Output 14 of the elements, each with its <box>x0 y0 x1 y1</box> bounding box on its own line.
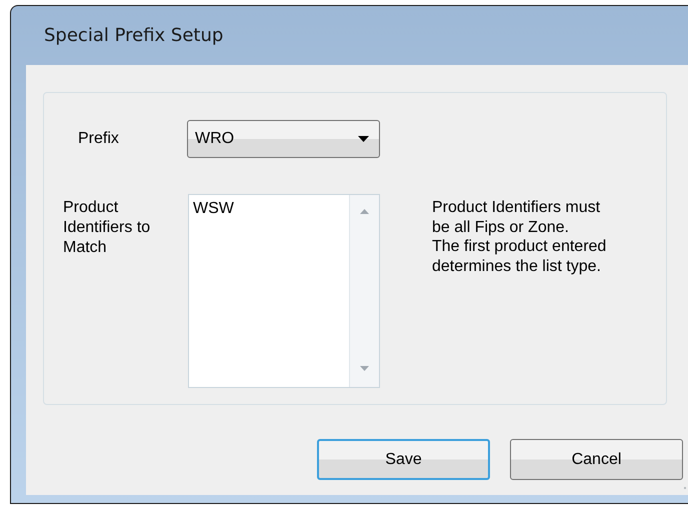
window-title: Special Prefix Setup <box>43 24 224 48</box>
scrollbar[interactable] <box>349 195 379 387</box>
prefix-label: Prefix <box>78 130 120 148</box>
identifier-entry: WSW <box>193 200 235 218</box>
identifiers-label: Product Identifiers to Match <box>63 198 152 258</box>
dropdown-arrow-icon <box>358 136 369 142</box>
help-text: The first product entered determines the list type. <box>432 237 608 276</box>
identifiers-text-area[interactable]: WSW <box>188 194 380 388</box>
dialog-button[interactable]: Cancel <box>510 439 683 480</box>
scroll-down-icon[interactable] <box>360 366 369 371</box>
prefix-dropdown[interactable]: WRO <box>187 120 380 158</box>
dialog-button[interactable]: Save <box>317 439 490 480</box>
scroll-up-icon[interactable] <box>360 209 369 214</box>
help-text: Product Identifiers must be all Fips or Zone. <box>432 198 602 237</box>
